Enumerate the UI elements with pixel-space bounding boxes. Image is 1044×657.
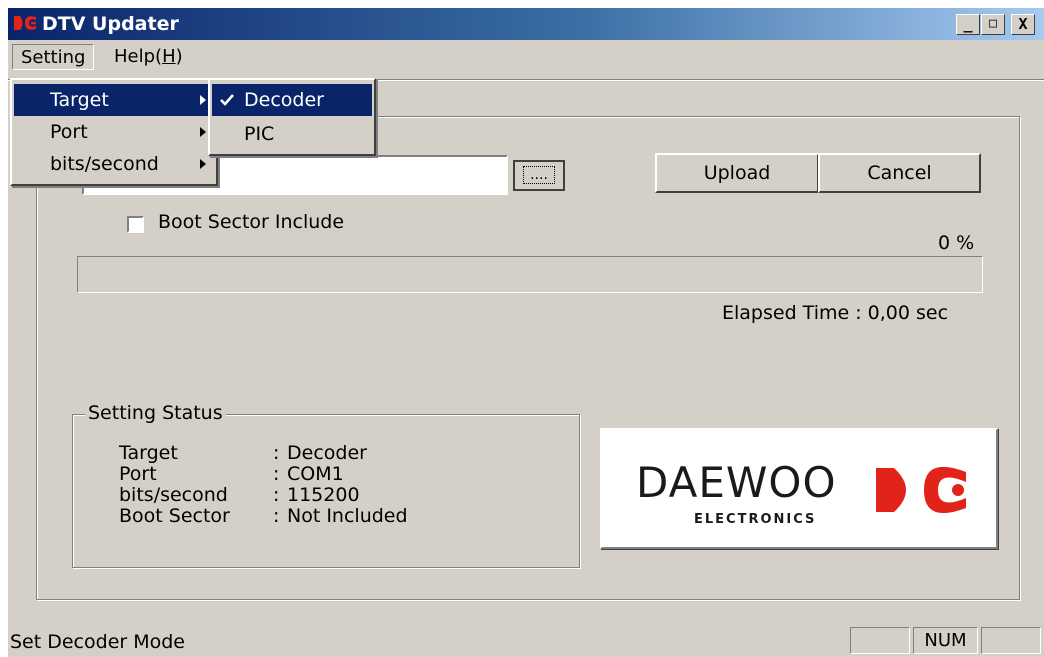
setting-status-title: Setting Status <box>85 401 226 425</box>
minimize-button[interactable]: _ <box>956 14 980 35</box>
menu-bar: Setting Help(H) <box>8 40 1044 74</box>
close-button[interactable]: X <box>1011 14 1035 35</box>
setting-status-group: Setting Status Target : Decoder Port : C… <box>72 401 580 568</box>
status-pane-num: NUM <box>913 627 978 654</box>
status-value-target: Decoder <box>287 442 367 464</box>
status-pane-caps <box>850 627 910 654</box>
window-title: DTV Updater <box>42 13 179 35</box>
minimize-icon: _ <box>963 15 973 33</box>
menu-help-label: Help(H) <box>114 46 183 67</box>
maximize-button[interactable]: □ <box>981 14 1005 35</box>
status-sep: : <box>273 505 280 527</box>
logo-sub-text: ELECTRONICS <box>694 512 817 527</box>
status-key-port: Port <box>119 463 157 485</box>
menu-item-decoder[interactable]: Decoder <box>212 84 372 116</box>
status-message: Set Decoder Mode <box>10 631 185 653</box>
status-key-target: Target <box>119 442 178 464</box>
menu-item-port-label: Port <box>50 121 88 143</box>
status-sep: : <box>273 484 280 506</box>
progress-percent: 0 % <box>938 232 975 254</box>
browse-button-label: .... <box>523 166 555 184</box>
status-sep: : <box>273 442 280 464</box>
elapsed-time: Elapsed Time : 0,00 sec <box>722 302 949 324</box>
status-pane-scrl <box>981 627 1041 654</box>
status-value-boot: Not Included <box>287 505 408 527</box>
upload-button[interactable]: Upload <box>655 153 819 193</box>
setting-status-table: Target : Decoder Port : COM1 bits/second… <box>119 443 408 527</box>
status-value-bits: 115200 <box>287 484 360 506</box>
logo-brand-text: DAEWOO <box>636 458 837 507</box>
status-sep: : <box>273 463 280 485</box>
menu-item-target-label: Target <box>50 89 109 111</box>
boot-sector-checkbox[interactable] <box>127 216 144 233</box>
menu-setting[interactable]: Setting <box>12 44 95 70</box>
menu-item-port[interactable]: Port <box>14 116 214 148</box>
setting-menu: Target Port bits/second <box>10 78 218 186</box>
checkmark-icon <box>220 94 234 106</box>
submenu-arrow-icon <box>200 159 206 169</box>
daewoo-logo-icon <box>14 16 36 30</box>
status-key-boot: Boot Sector <box>119 505 230 527</box>
close-icon: X <box>1018 15 1028 33</box>
menu-item-bits-second[interactable]: bits/second <box>14 148 214 180</box>
cancel-button[interactable]: Cancel <box>818 153 981 193</box>
target-submenu: Decoder PIC <box>208 78 376 156</box>
status-value-port: COM1 <box>287 463 344 485</box>
daewoo-logo-panel: DAEWOO ELECTRONICS <box>600 428 998 549</box>
status-bar: Set Decoder Mode NUM <box>8 625 1044 657</box>
app-window: DTV Updater _ □ X Setting Help(H) .... U… <box>8 8 1044 657</box>
title-bar[interactable]: DTV Updater _ □ X <box>8 8 1044 40</box>
submenu-arrow-icon <box>200 95 206 105</box>
menu-item-pic-label: PIC <box>244 123 275 145</box>
submenu-arrow-icon <box>200 127 206 137</box>
menu-item-target[interactable]: Target <box>14 84 214 116</box>
status-key-bits: bits/second <box>119 484 228 506</box>
menu-item-decoder-label: Decoder <box>244 89 324 111</box>
maximize-icon: □ <box>989 16 997 31</box>
progress-bar <box>77 256 983 293</box>
menu-item-bits-label: bits/second <box>50 153 159 175</box>
browse-button[interactable]: .... <box>513 160 565 191</box>
menu-help[interactable]: Help(H) <box>106 44 191 70</box>
daewoo-mark-icon <box>876 466 966 514</box>
menu-item-pic[interactable]: PIC <box>212 118 372 150</box>
boot-sector-label: Boot Sector Include <box>158 211 345 233</box>
